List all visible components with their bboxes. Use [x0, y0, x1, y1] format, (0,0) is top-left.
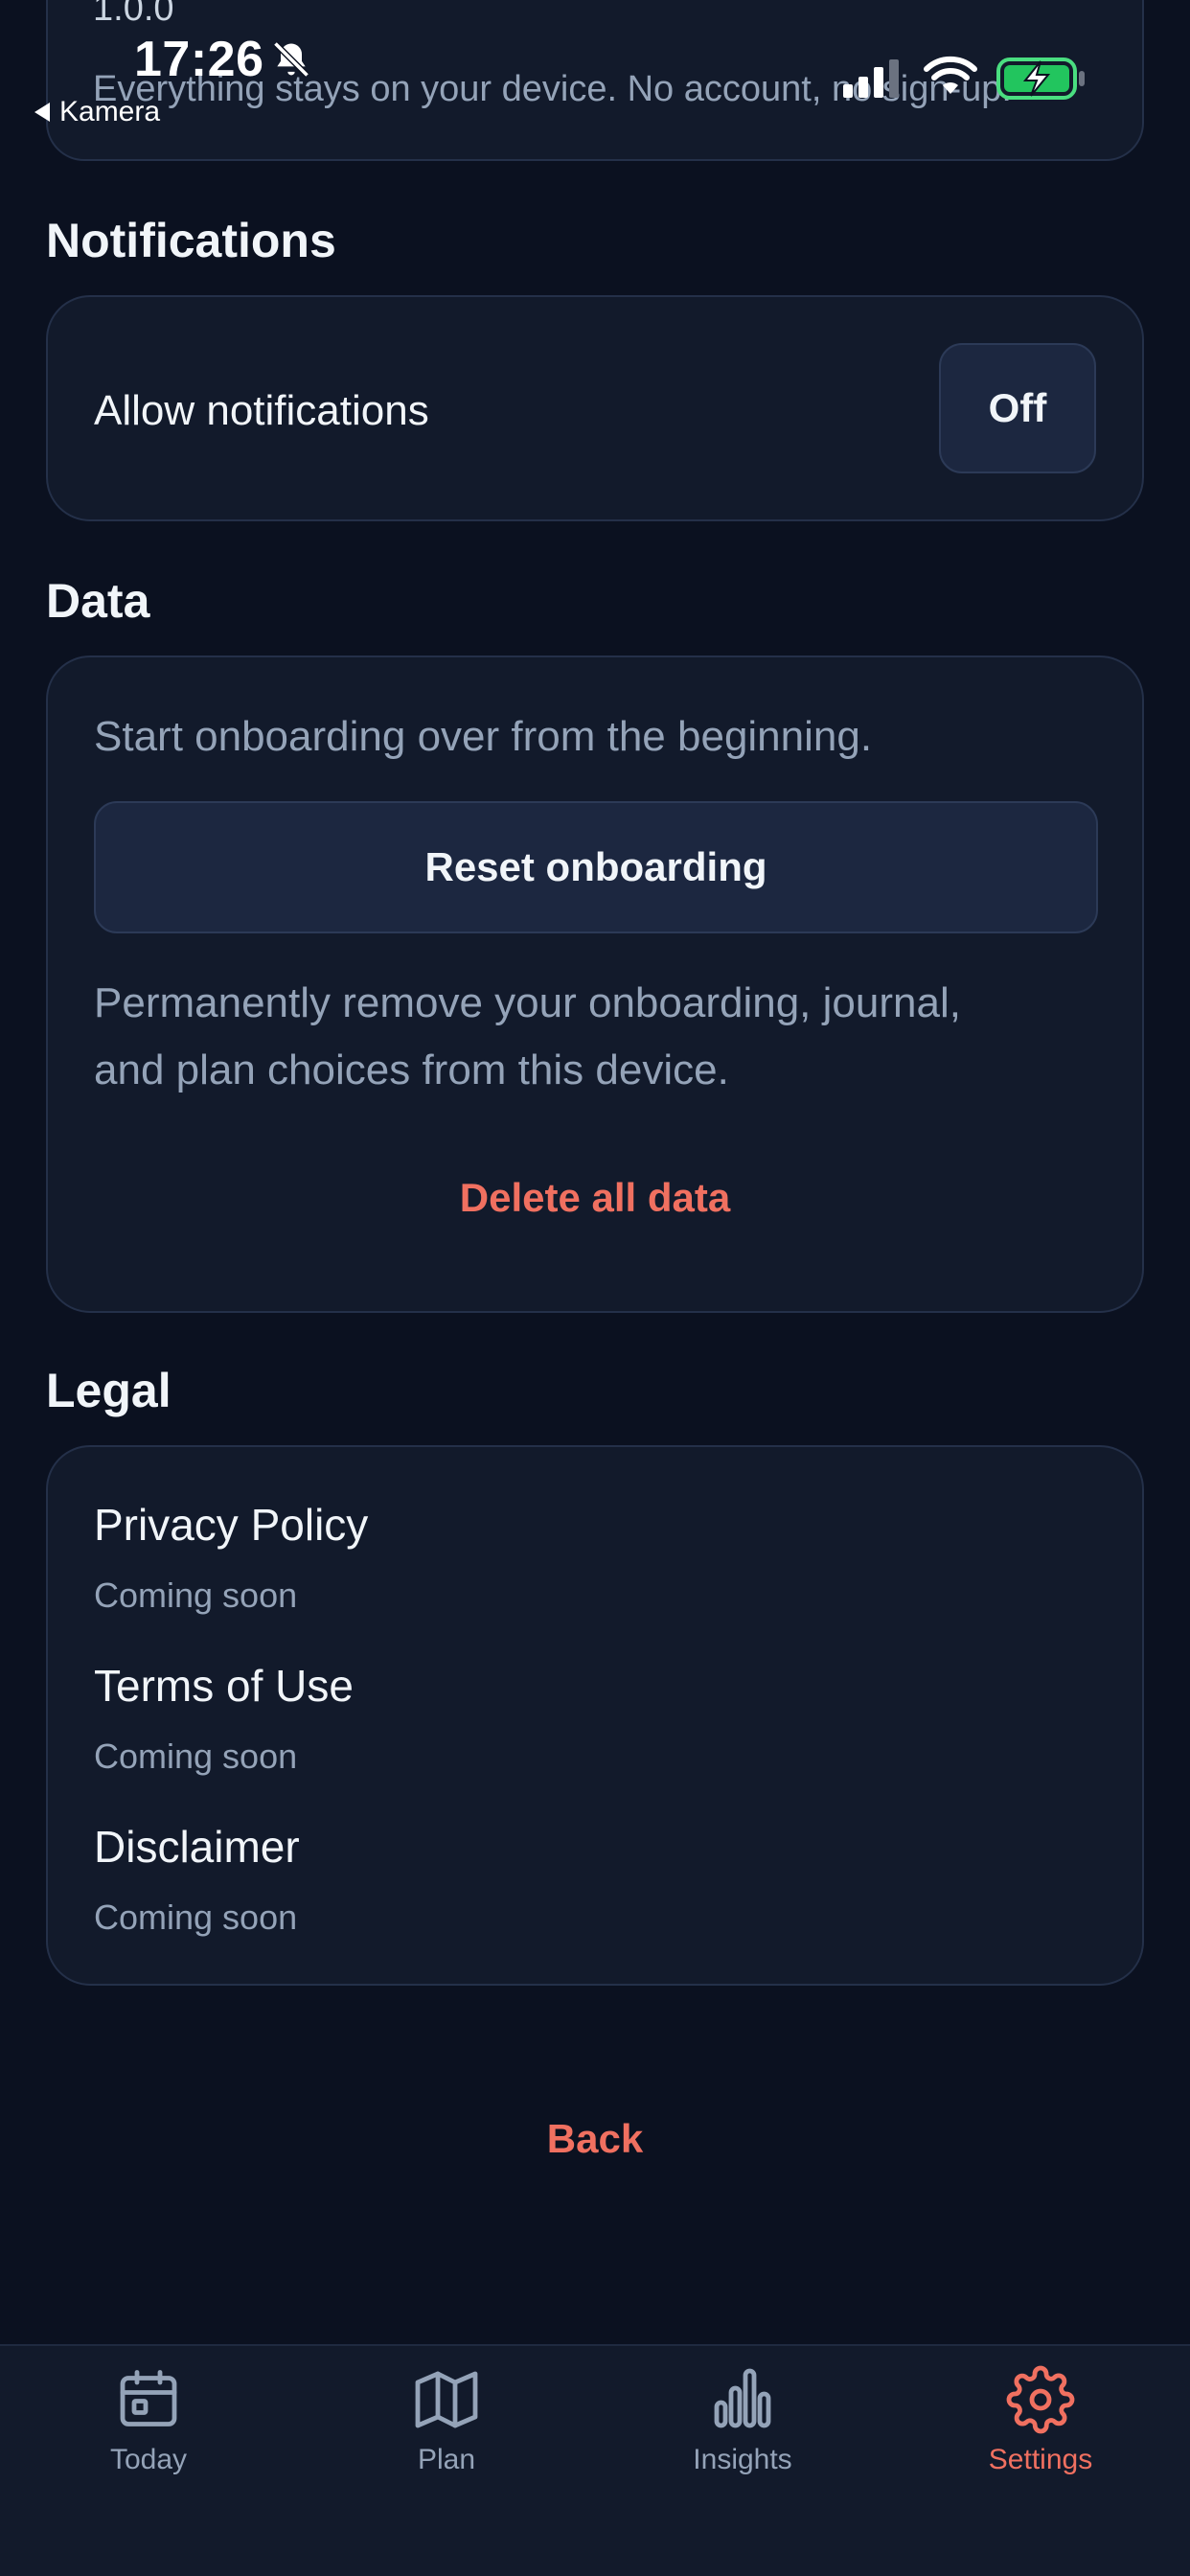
gear-icon — [1006, 2365, 1075, 2434]
back-button[interactable]: Back — [0, 2116, 1190, 2162]
delete-all-data-button[interactable]: Delete all data — [48, 1175, 1142, 1221]
legal-section-title: Legal — [46, 1364, 172, 1417]
tab-settings[interactable]: Settings — [945, 2365, 1136, 2509]
map-icon — [415, 2371, 478, 2428]
bar-chart-icon — [714, 2368, 771, 2428]
bell-muted-icon — [273, 41, 309, 78]
reset-onboarding-button[interactable]: Reset onboarding — [94, 801, 1098, 933]
cellular-signal-icon — [843, 59, 899, 98]
tab-today-label: Today — [109, 2444, 188, 2475]
disclaimer-status: Coming soon — [94, 1898, 298, 1937]
tab-bar: Today Plan Insights Settings — [0, 2344, 1190, 2576]
wifi-icon — [924, 56, 977, 94]
back-app-label: Kamera — [59, 96, 161, 127]
tab-settings-label: Settings — [988, 2444, 1093, 2475]
allow-notifications-label: Allow notifications — [94, 387, 429, 434]
privacy-policy-status: Coming soon — [94, 1576, 298, 1615]
app-version: 1.0.0 — [93, 0, 174, 29]
back-to-app[interactable]: Kamera — [34, 96, 160, 128]
disclaimer-link[interactable]: Disclaimer — [94, 1821, 300, 1873]
notifications-section-title: Notifications — [46, 214, 336, 267]
data-section-title: Data — [46, 574, 150, 628]
legal-card: Privacy Policy Coming soon Terms of Use … — [46, 1445, 1144, 1986]
notifications-card: Allow notifications Off — [46, 295, 1144, 521]
back-triangle-icon — [34, 103, 50, 122]
terms-of-use-status: Coming soon — [94, 1736, 298, 1776]
calendar-icon — [120, 2370, 177, 2426]
delete-description-line-1: Permanently remove your onboarding, jour… — [94, 979, 961, 1026]
tab-plan[interactable]: Plan — [351, 2365, 542, 2509]
tab-insights[interactable]: Insights — [647, 2365, 838, 2509]
status-time: 17:26 — [134, 32, 264, 87]
battery-charging-icon — [996, 58, 1085, 100]
privacy-policy-link[interactable]: Privacy Policy — [94, 1499, 368, 1551]
tab-insights-label: Insights — [693, 2444, 792, 2475]
reset-description: Start onboarding over from the beginning… — [94, 713, 873, 760]
tab-today[interactable]: Today — [53, 2365, 244, 2509]
notifications-toggle[interactable]: Off — [939, 343, 1096, 473]
delete-description-line-2: and plan choices from this device. — [94, 1046, 729, 1093]
settings-screen: 1.0.0 Everything stays on your device. N… — [0, 0, 1190, 2576]
tab-plan-label: Plan — [417, 2444, 476, 2475]
terms-of-use-link[interactable]: Terms of Use — [94, 1660, 354, 1712]
data-card: Start onboarding over from the beginning… — [46, 656, 1144, 1313]
